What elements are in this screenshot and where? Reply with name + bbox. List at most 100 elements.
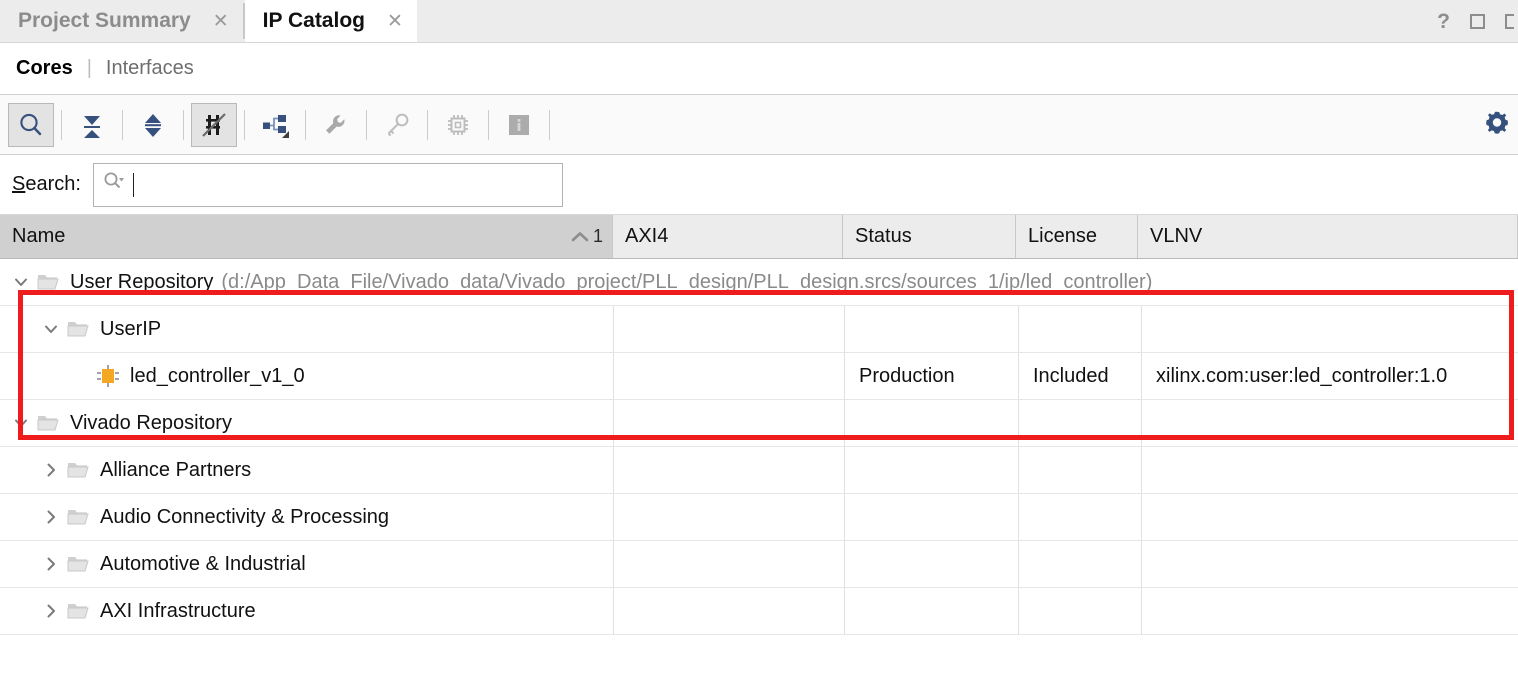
toolbar-separator [549,109,550,140]
chevron-right-icon[interactable] [36,602,66,620]
cell-status [845,588,1018,634]
search-icon[interactable] [8,102,54,147]
column-header-status-label: Status [855,225,912,247]
catalog-toolbar [0,95,1518,155]
group-hierarchy-icon[interactable] [252,103,298,147]
search-input[interactable] [92,162,563,207]
table-row[interactable]: led_controller_v1_0 Production Included xil… [0,353,1518,400]
key-icon [374,103,420,147]
cell-vlnv [1142,541,1518,587]
chevron-right-icon[interactable] [36,508,66,526]
cell-vlnv [1142,447,1518,493]
catalog-subtabs: Cores | Interfaces [0,43,1518,95]
cell-vlnv [1142,588,1518,634]
sort-order-number: 1 [592,226,603,246]
folder-icon [36,271,60,293]
cell-status [845,306,1018,352]
tab-project-summary-label: Project Summary [18,9,191,32]
table-row[interactable]: UserIP [0,306,1518,353]
chip-icon [435,103,481,147]
column-header-name[interactable]: Name 1 [0,215,613,258]
toolbar-separator [244,109,245,140]
cell-license [1019,588,1141,634]
restore-square-icon[interactable] [1505,13,1514,29]
tab-ip-catalog-close-icon[interactable]: ✕ [387,11,403,31]
tab-ip-catalog[interactable]: IP Catalog ✕ [244,0,417,42]
wrench-icon [313,103,359,147]
collapse-all-icon[interactable] [69,103,115,147]
cell-status [845,447,1018,493]
chevron-right-icon[interactable] [36,461,66,479]
cell-name: Automotive & Industrial [0,541,613,587]
cell-axi4 [614,588,844,634]
cell-license [1019,541,1141,587]
cell-name: Alliance Partners [0,447,613,493]
column-header-license[interactable]: License [1016,215,1138,258]
toolbar-separator [183,109,184,140]
table-row[interactable]: User Repository (d:/App_Data_File/Vivado_… [0,259,1518,306]
cell-vlnv [1142,494,1518,540]
column-header-axi4-label: AXI4 [625,225,669,247]
subtab-interfaces[interactable]: Interfaces [106,57,194,80]
chevron-down-icon[interactable] [6,414,36,432]
cell-name: Vivado Repository [0,400,613,446]
table-row[interactable]: Audio Connectivity & Processing [0,494,1518,541]
cell-license [1019,306,1141,352]
tab-project-summary-close-icon[interactable]: ✕ [213,11,229,31]
subtab-cores[interactable]: Cores [16,57,73,80]
table-row[interactable]: Vivado Repository [0,400,1518,447]
cell-axi4 [614,306,844,352]
chevron-right-icon[interactable] [36,555,66,573]
cell-status [845,400,1018,446]
column-header-vlnv-label: VLNV [1150,225,1203,247]
gear-icon[interactable] [1482,107,1512,142]
toolbar-separator [366,109,367,140]
folder-icon [66,553,90,575]
chevron-down-icon[interactable] [36,320,66,338]
cell-name: Audio Connectivity & Processing [0,494,613,540]
folder-icon [66,506,90,528]
hide-filtered-icon[interactable] [191,102,237,147]
tree-item-label: Vivado Repository [70,411,232,434]
tab-ip-catalog-label: IP Catalog [262,9,365,32]
ip-core-icon [96,364,120,388]
maximize-square-icon[interactable] [1470,13,1485,29]
sort-indicator[interactable]: 1 [570,226,612,247]
cell-status: Production [859,364,955,387]
chevron-down-icon[interactable] [6,273,36,291]
toolbar-separator [122,109,123,140]
search-dropdown-icon[interactable] [102,170,126,199]
cell-license [1019,494,1141,540]
cell-name: AXI Infrastructure [0,588,613,634]
column-header-axi4[interactable]: AXI4 [613,215,843,258]
ip-catalog-window: Project Summary ✕ IP Catalog ✕ ? Cores |… [0,0,1518,679]
cell-license [1019,400,1141,446]
cell-axi4 [614,353,844,399]
tab-bar: Project Summary ✕ IP Catalog ✕ ? [0,0,1518,43]
folder-icon [36,412,60,434]
text-caret [132,172,134,197]
table-row[interactable]: Alliance Partners [0,447,1518,494]
cell-axi4 [614,447,844,493]
table-row[interactable]: AXI Infrastructure [0,588,1518,635]
table-row[interactable]: Automotive & Industrial [0,541,1518,588]
tab-project-summary[interactable]: Project Summary ✕ [0,0,243,42]
cell-axi4 [614,400,844,446]
table-header: Name 1 AXI4 Status License VLNV [0,215,1518,259]
column-header-status[interactable]: Status [843,215,1016,258]
help-icon[interactable]: ? [1437,11,1450,32]
toolbar-separator [305,109,306,140]
subtab-separator: | [86,57,92,79]
tree-item-label: AXI Infrastructure [100,599,256,622]
tree-item-label: UserIP [100,317,162,340]
expand-all-icon[interactable] [130,103,176,147]
info-icon [496,103,542,147]
column-header-vlnv[interactable]: VLNV [1138,215,1518,258]
column-header-license-label: License [1028,225,1097,247]
tree-item-label: Audio Connectivity & Processing [100,505,390,528]
cell-name: User Repository (d:/App_Data_File/Vivado_… [0,259,1152,305]
cell-axi4 [614,494,844,540]
cell-axi4 [614,541,844,587]
tree-item-label: Alliance Partners [100,458,252,481]
toolbar-separator [61,109,62,140]
